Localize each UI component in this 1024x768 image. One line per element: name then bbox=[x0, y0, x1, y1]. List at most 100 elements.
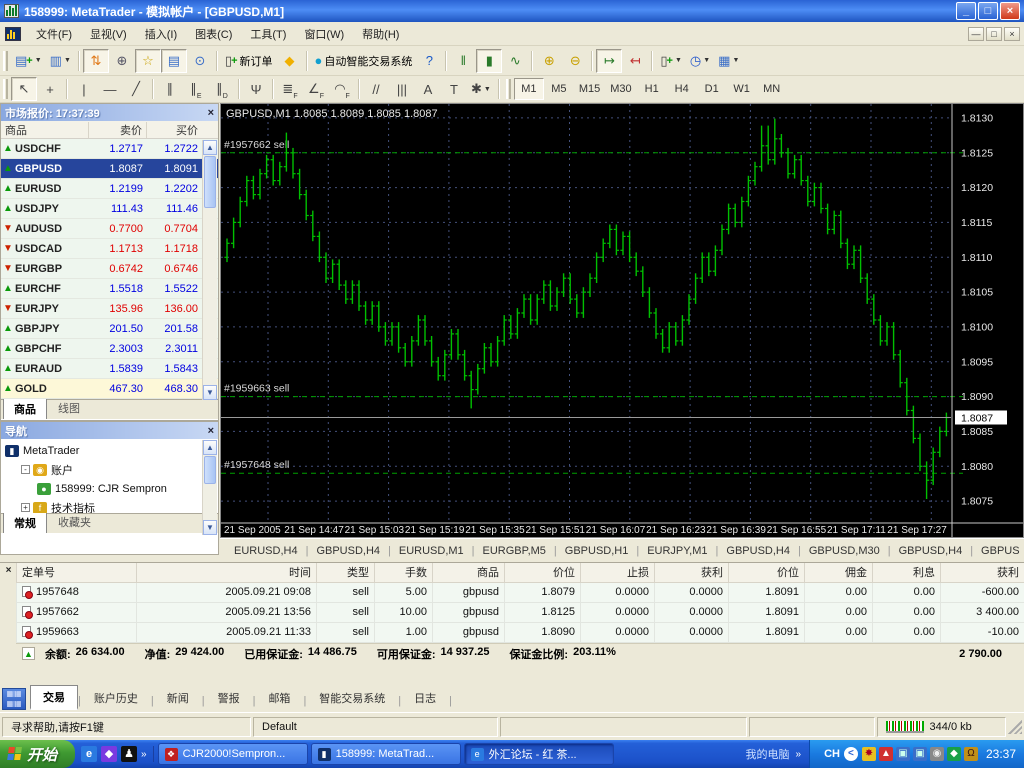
orders-column-5[interactable]: 价位 bbox=[504, 563, 581, 583]
cycle-lines-button[interactable]: ||| bbox=[389, 77, 415, 101]
minimize-button[interactable]: _ bbox=[956, 2, 976, 20]
orders-column-7[interactable]: 获利 bbox=[654, 563, 729, 583]
expand-icon[interactable]: + bbox=[21, 503, 30, 512]
orders-column-2[interactable]: 类型 bbox=[316, 563, 375, 583]
chart-window-gbpusd-m1[interactable]: 1.8075 1.8080 1.8085 1.8090 1.8095 1.8100 1.81… bbox=[220, 103, 1024, 538]
language-indicator[interactable]: CH bbox=[824, 748, 840, 760]
timeframe-h4[interactable]: H4 bbox=[667, 78, 697, 100]
market-watch-caption[interactable]: 市场报价: 17:37:39 × bbox=[1, 104, 218, 121]
audio-tray-icon[interactable]: ◉ bbox=[929, 747, 944, 761]
menu-item-6[interactable]: 帮助(H) bbox=[353, 25, 408, 45]
bar-chart-button[interactable]: ‖ bbox=[450, 49, 476, 73]
navigator-close-icon[interactable]: × bbox=[208, 425, 214, 437]
market-watch-row-euraud[interactable]: ▲ EURAUD 1.5839 1.5843 bbox=[1, 359, 218, 379]
market-watch-tab-线图[interactable]: 线图 bbox=[47, 397, 91, 419]
favorites-button[interactable]: ☆ bbox=[134, 48, 161, 73]
arrows-dropdown[interactable]: ✱ ▼ bbox=[467, 77, 495, 101]
fibo-channel-e-button[interactable]: ∥ E bbox=[183, 77, 209, 101]
quick-launch-chevron-icon[interactable]: » bbox=[141, 749, 147, 760]
timeframe-m1[interactable]: M1 bbox=[513, 78, 544, 100]
timeframe-m5[interactable]: M5 bbox=[544, 78, 574, 100]
menu-item-4[interactable]: 工具(T) bbox=[241, 25, 295, 45]
timeframe-d1[interactable]: D1 bbox=[697, 78, 727, 100]
orders-column-4[interactable]: 商品 bbox=[432, 563, 505, 583]
resize-grip[interactable] bbox=[1008, 719, 1022, 734]
profiles-button[interactable]: ▥ ▼ bbox=[46, 49, 75, 73]
timeframe-m15[interactable]: M15 bbox=[574, 78, 605, 100]
orders-column-11[interactable]: 获利 bbox=[940, 563, 1024, 583]
updown-tray-icon[interactable]: ◆ bbox=[946, 747, 961, 761]
fibo-channel-d-button[interactable]: ∥ D bbox=[209, 77, 235, 101]
taskbar-task-1[interactable]: ▮ 158999: MetaTrad... bbox=[310, 743, 461, 765]
terminal-tab-4[interactable]: 邮箱 bbox=[255, 686, 303, 710]
timeframe-h1[interactable]: H1 bbox=[637, 78, 667, 100]
fibo-arcs-button[interactable]: ◠ F bbox=[329, 77, 355, 101]
scroll-thumb[interactable] bbox=[204, 156, 216, 208]
orders-column-8[interactable]: 价位 bbox=[728, 563, 805, 583]
vertical-line-button[interactable]: | bbox=[71, 77, 97, 101]
terminal-tab-2[interactable]: 新闻 bbox=[154, 686, 202, 710]
market-watch-toggle[interactable]: ⇅ bbox=[82, 48, 109, 73]
order-row-1959663[interactable]: 1959663 2005.09.21 11:33 sell 1.00 gbpusd 1.8… bbox=[16, 621, 1024, 643]
tree-item[interactable]: - ◉ 账户 bbox=[1, 460, 218, 479]
crosshair-button[interactable]: + bbox=[37, 77, 63, 101]
new-order-button[interactable]: ▯ + 新订单 bbox=[221, 49, 277, 73]
fibo-retracement-button[interactable]: ≣ F bbox=[277, 77, 303, 101]
chart-tab-gbpusd-h4[interactable]: GBPUSD,H4 bbox=[308, 542, 388, 560]
market-watch-row-gbpjpy[interactable]: ▲ GBPJPY 201.50 201.58 bbox=[1, 319, 218, 339]
band-chevron-icon[interactable]: » bbox=[796, 749, 802, 760]
horizontal-line-button[interactable]: — bbox=[97, 77, 123, 101]
market-watch-scrollbar[interactable]: ▲ ▼ bbox=[202, 140, 217, 400]
boat-tray-icon[interactable]: ▲ bbox=[878, 747, 893, 761]
maximize-button[interactable]: □ bbox=[978, 2, 998, 20]
timeframe-mn[interactable]: MN bbox=[757, 78, 787, 100]
navigator-toggle[interactable]: ▤ bbox=[160, 48, 187, 73]
parallel-lines-button[interactable]: // bbox=[363, 77, 389, 101]
scroll-up-icon[interactable]: ▲ bbox=[203, 140, 217, 155]
network2-tray-icon[interactable]: ▣ bbox=[912, 747, 927, 761]
terminal-tab-3[interactable]: 警报 bbox=[205, 686, 253, 710]
tree-item[interactable]: + f 技术指标 bbox=[1, 498, 218, 513]
toolbar-grip[interactable] bbox=[3, 79, 8, 99]
mdi-close-button[interactable]: × bbox=[1004, 26, 1020, 41]
taskbar-task-0[interactable]: ❖ CJR2000!Sempron... bbox=[157, 743, 308, 765]
terminal-tab-6[interactable]: 日志 bbox=[401, 686, 449, 710]
equidistant-channel-button[interactable]: ∥ bbox=[157, 77, 183, 101]
clock[interactable]: 23:37 bbox=[982, 747, 1016, 761]
order-row-1957648[interactable]: 1957648 2005.09.21 09:08 sell 5.00 gbpusd 1.8… bbox=[16, 581, 1024, 603]
market-watch-row-usdcad[interactable]: ▼ USDCAD 1.1713 1.1718 bbox=[1, 239, 218, 259]
close-button[interactable]: × bbox=[1000, 2, 1020, 20]
ie-icon[interactable]: e bbox=[81, 746, 98, 762]
market-watch-row-eurchf[interactable]: ▲ EURCHF 1.5518 1.5522 bbox=[1, 279, 218, 299]
help-button[interactable]: ? bbox=[416, 49, 442, 73]
mdi-minimize-button[interactable]: — bbox=[968, 26, 984, 41]
trendline-button[interactable]: ╱ bbox=[123, 77, 149, 101]
taskbar-task-2[interactable]: e 外汇论坛 - 红 茶... bbox=[463, 743, 614, 765]
crosshair-window-button[interactable]: ⊕ bbox=[109, 49, 135, 73]
toolbar-grip[interactable] bbox=[505, 79, 511, 99]
alert-icon[interactable]: ◆ bbox=[277, 49, 303, 73]
chart-tab-eurgbp-m5[interactable]: EURGBP,M5 bbox=[475, 542, 554, 560]
indicators-dropdown[interactable]: ▯ + ▼ bbox=[656, 49, 686, 73]
menu-item-0[interactable]: 文件(F) bbox=[27, 25, 81, 45]
market-watch-row-eurgbp[interactable]: ▼ EURGBP 0.6742 0.6746 bbox=[1, 259, 218, 279]
scroll-down-icon[interactable]: ▼ bbox=[203, 520, 217, 535]
media-icon[interactable]: ◆ bbox=[101, 746, 118, 762]
navigator-scrollbar[interactable]: ▲ ▼ bbox=[202, 440, 217, 535]
scroll-thumb[interactable] bbox=[204, 456, 216, 484]
chart-tab-gbpus[interactable]: GBPUS bbox=[973, 542, 1024, 560]
templates-dropdown[interactable]: ▦ ▼ bbox=[714, 49, 743, 73]
scroll-up-icon[interactable]: ▲ bbox=[203, 440, 217, 455]
navigator-tab-常规[interactable]: 常规 bbox=[3, 512, 47, 533]
autotrading-button[interactable]: ● 自动智能交易系统 bbox=[311, 49, 417, 73]
mdi-restore-button[interactable]: □ bbox=[986, 26, 1002, 41]
new-chart-button[interactable]: ▤ + ▼ bbox=[11, 49, 46, 73]
orders-column-1[interactable]: 时间 bbox=[136, 563, 317, 583]
zoom-out-button[interactable]: ⊖ bbox=[562, 49, 588, 73]
orders-column-6[interactable]: 止损 bbox=[580, 563, 655, 583]
chart-mdi-icon[interactable] bbox=[5, 26, 21, 41]
text-label-button[interactable]: T bbox=[441, 77, 467, 101]
start-button[interactable]: 开始 bbox=[0, 740, 76, 768]
app-icon[interactable]: ♟ bbox=[121, 746, 138, 762]
market-watch-row-usdchf[interactable]: ▲ USDCHF 1.2717 1.2722 bbox=[1, 139, 218, 159]
